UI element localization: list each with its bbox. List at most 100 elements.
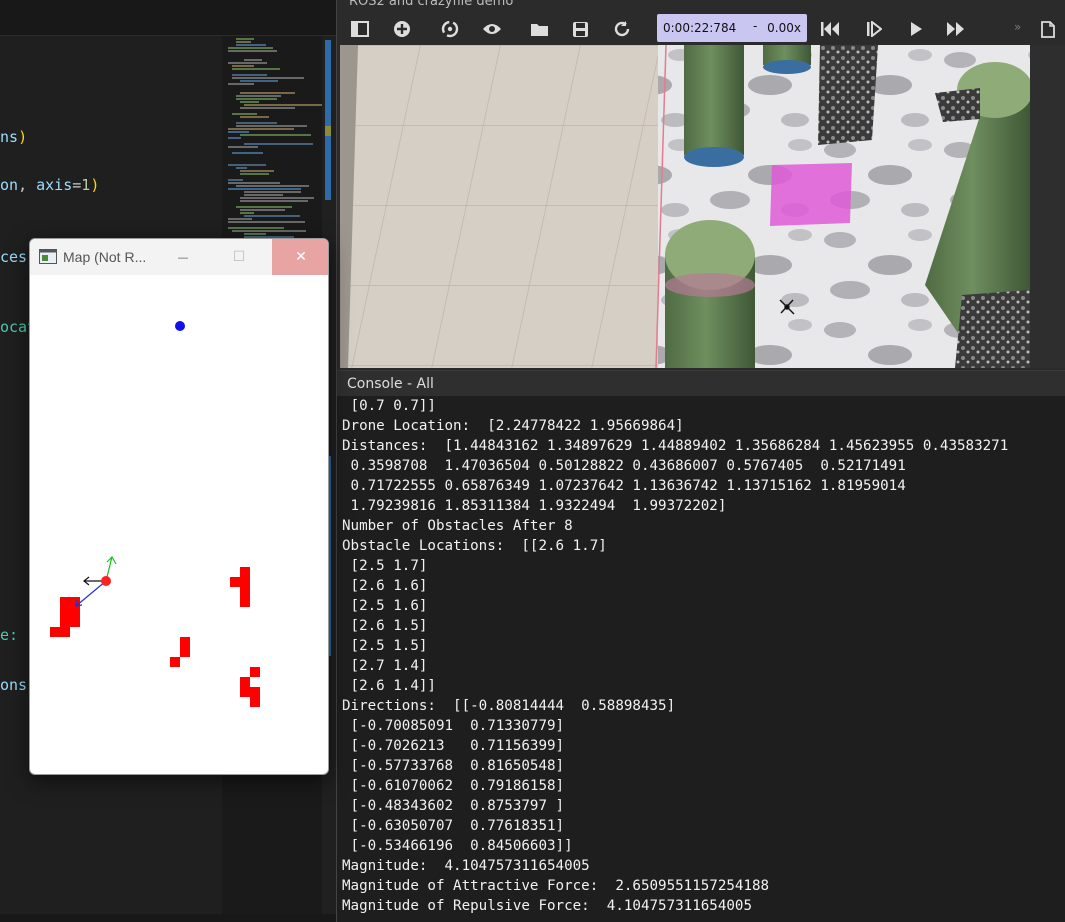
code-token: )	[90, 176, 100, 194]
obstacle-cell	[230, 577, 240, 587]
add-icon[interactable]	[389, 16, 415, 42]
step-icon[interactable]	[861, 16, 887, 42]
code-token: =	[72, 176, 82, 194]
obstacle-cell	[240, 587, 250, 607]
3d-viewport[interactable]	[340, 45, 1030, 368]
scene-render	[340, 45, 1030, 368]
map-title-bar[interactable]: Map (Not R... — ☐ ✕	[30, 239, 328, 275]
minimap-line	[228, 188, 301, 190]
console-line: [-0.63050707 0.77618351]	[342, 818, 565, 834]
obstacle-cell	[250, 687, 260, 707]
minimap-line	[240, 209, 286, 211]
console-line: [-0.53466196 0.84506603]]	[342, 838, 573, 854]
obstacle-cell	[50, 627, 70, 637]
save-icon[interactable]	[567, 16, 593, 42]
map-window-title: Map (Not R...	[63, 249, 147, 265]
obstacle-cell	[60, 617, 80, 627]
console-line: 0.3598708 1.47036504 0.50128822 0.436860…	[342, 458, 906, 474]
console-line: [2.5 1.6]	[342, 598, 428, 614]
console-header: Console - All	[337, 370, 1065, 396]
close-icon: ✕	[295, 249, 307, 265]
minimap-line	[240, 107, 295, 109]
console-line: [-0.61070062 0.79186158]	[342, 778, 565, 794]
close-button[interactable]: ✕	[272, 239, 328, 275]
drone-marker	[101, 576, 111, 586]
minimap-line	[232, 68, 281, 70]
open-folder-icon[interactable]	[527, 16, 553, 42]
console-line: [0.7 0.7]]	[342, 398, 436, 414]
simulator-window: ROS2 and crazyflie demo ···	[336, 0, 1065, 922]
console-line: Magnitude: 4.104757311654005	[342, 858, 590, 874]
obstacle-cell	[250, 667, 260, 677]
minimap-line	[228, 131, 249, 133]
minimize-icon: —	[177, 250, 189, 264]
minimap-line	[232, 152, 263, 154]
rewind-icon[interactable]	[817, 16, 843, 42]
minimap-line	[240, 173, 269, 175]
toggle-panel-icon[interactable]	[347, 16, 373, 42]
minimap-line	[236, 95, 281, 97]
window-app-icon	[39, 249, 57, 264]
minimap-line	[244, 59, 263, 61]
minimap-line	[236, 206, 292, 208]
screen: ns)on, axis=1)ces[ocate:ons ROS2 and cra…	[0, 0, 1065, 922]
minimap-line	[228, 137, 241, 139]
console-line: Obstacle Locations: [[2.6 1.7]	[342, 538, 607, 554]
new-file-icon[interactable]	[1035, 16, 1061, 42]
minimize-button[interactable]: —	[160, 239, 206, 275]
console-output[interactable]: [0.7 0.7]] Drone Location: [2.24778422 1.…	[337, 396, 1065, 922]
code-line: ns)	[0, 128, 27, 146]
minimap-line	[240, 197, 315, 199]
maximize-button[interactable]: ☐	[216, 239, 262, 275]
minimap-line	[228, 50, 278, 52]
console-title: Console - All	[347, 376, 434, 392]
console-line: 0.71722555 0.65876349 1.07237642 1.13636…	[342, 478, 906, 494]
minimap-line	[240, 134, 311, 136]
console-line: Drone Location: [2.24778422 1.95669864]	[342, 418, 684, 434]
minimap-line	[236, 44, 266, 46]
minimap-line	[232, 113, 258, 115]
minimap-line	[240, 92, 296, 94]
minimap-line	[244, 191, 302, 193]
minimap-line	[244, 215, 301, 217]
minimap-line	[228, 179, 243, 181]
minimap-line	[240, 101, 260, 103]
minimap-line	[228, 227, 285, 229]
code-token: ,	[18, 176, 37, 194]
code-token: e:	[0, 626, 19, 644]
minimap-line	[228, 62, 268, 64]
rotate-view-icon[interactable]	[437, 16, 463, 42]
console-line: [2.6 1.6]	[342, 578, 428, 594]
minimap-line	[228, 146, 258, 148]
minimap-line	[236, 122, 277, 124]
toolbar-overflow[interactable]: »	[1014, 20, 1021, 34]
minimap-line	[232, 65, 254, 67]
minimap-line	[228, 128, 294, 130]
fast-forward-icon[interactable]	[943, 16, 969, 42]
minimap-line	[240, 80, 279, 82]
minimap-line	[236, 98, 277, 100]
minimap-line	[240, 200, 309, 202]
play-icon[interactable]	[903, 16, 929, 42]
code-token: 1	[81, 176, 91, 194]
console-line: [-0.48343602 0.8753797 ]	[342, 798, 565, 814]
obstacle-cell	[170, 657, 180, 667]
eye-icon[interactable]	[479, 16, 505, 42]
window-menu-icon[interactable]: ···	[1046, 0, 1057, 6]
console-line: [-0.7026213 0.71156399]	[342, 738, 565, 754]
reload-icon[interactable]	[609, 16, 635, 42]
viewport-scrollbar[interactable]	[1030, 45, 1065, 368]
obstacle-cells	[50, 567, 260, 707]
obstacle-cell	[240, 677, 250, 697]
map-window[interactable]: Map (Not R... — ☐ ✕	[29, 238, 329, 775]
minimap-line	[240, 212, 254, 214]
minimap-line	[228, 164, 267, 166]
window-title: ROS2 and crazyflie demo	[349, 0, 514, 9]
console-line: Directions: [[-0.80814444 0.58898435]	[342, 698, 676, 714]
minimap-line	[232, 74, 267, 76]
minimap-line	[232, 77, 304, 79]
minimap-line	[232, 230, 306, 232]
maximize-icon: ☐	[232, 249, 246, 265]
status-bar	[0, 914, 336, 922]
minimap-line	[244, 194, 284, 196]
